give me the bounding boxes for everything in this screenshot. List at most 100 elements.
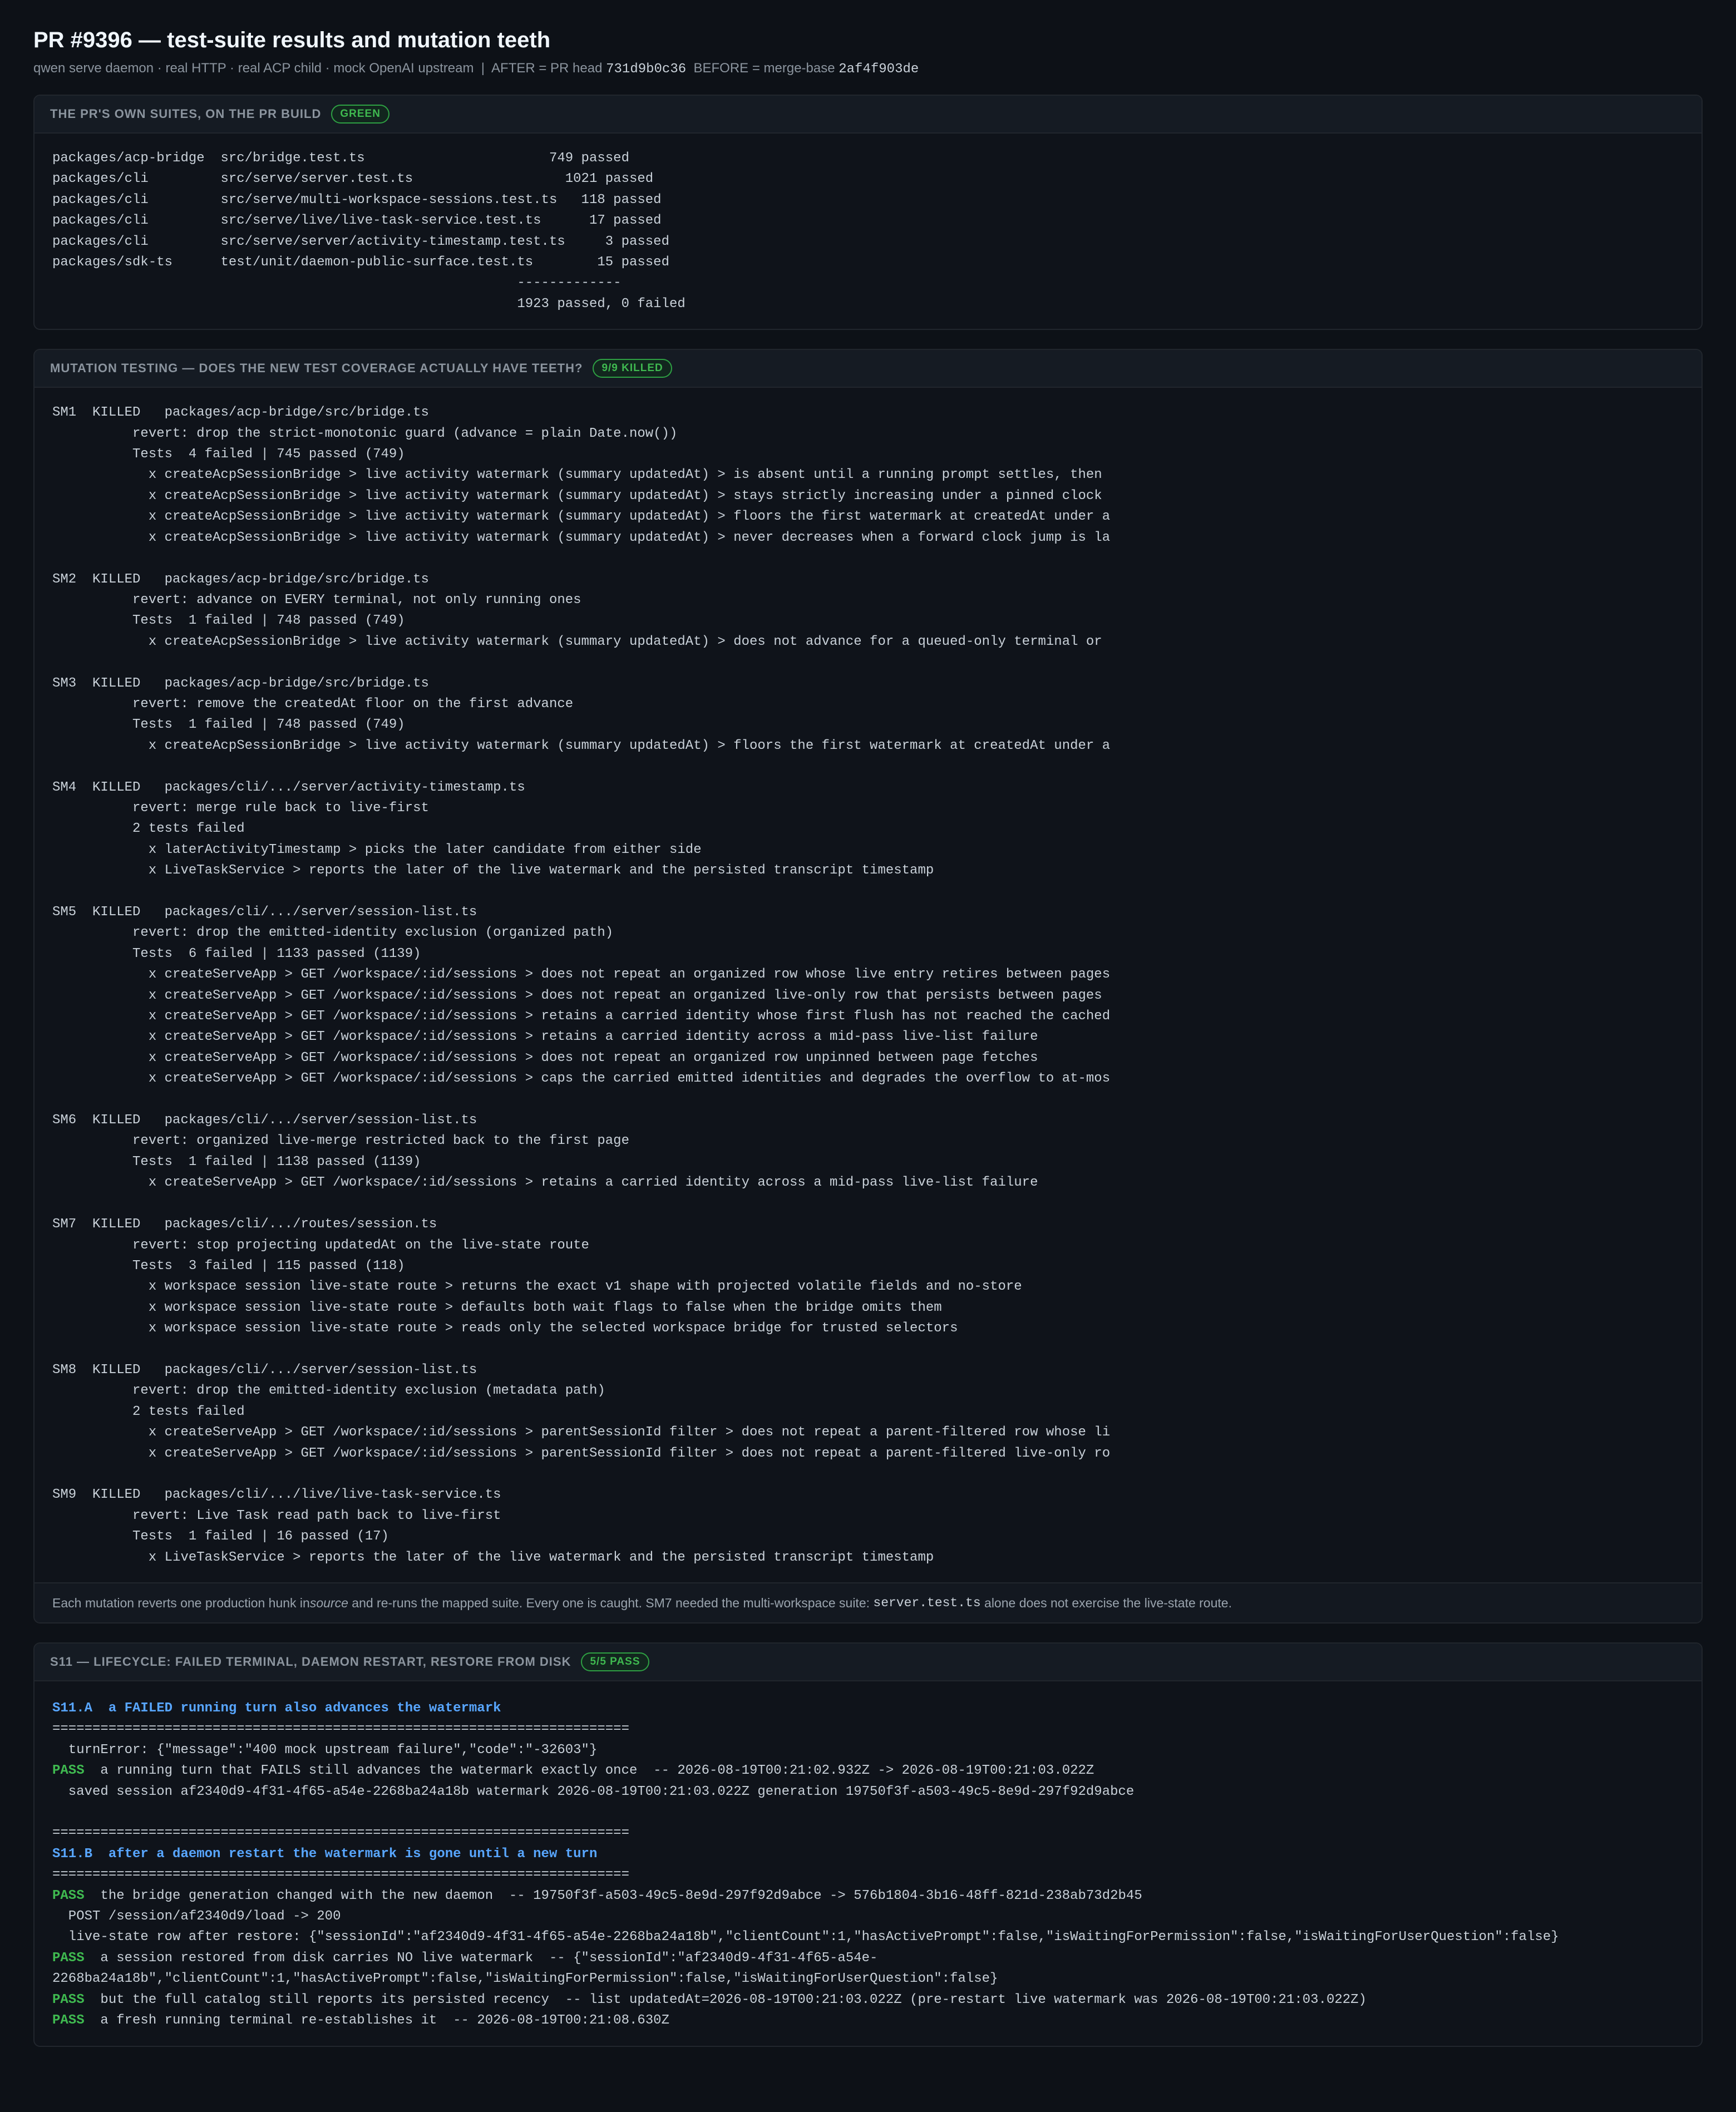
mutation-line <box>52 1193 1684 1214</box>
mutation-note-a: Each mutation reverts one production hun… <box>52 1595 310 1610</box>
mutation-line: x workspace session live-state route > r… <box>52 1321 958 1336</box>
mutation-line: SM5 KILLED packages/cli/.../server/sessi… <box>52 905 477 920</box>
lifecycle-line: ========================================… <box>52 1825 629 1841</box>
after-sha: 731d9b0c36 <box>606 62 687 77</box>
suite-row: packages/cli src/serve/multi-workspace-s… <box>52 192 662 208</box>
before-sha: 2af4f903de <box>839 62 919 77</box>
pass-text: a fresh running terminal re-establishes … <box>84 2013 669 2029</box>
mutation-line: x createServeApp > GET /workspace/:id/se… <box>52 967 1111 983</box>
pass-tag: PASS <box>52 1992 85 2007</box>
mutation-line: SM9 KILLED packages/cli/.../live/live-ta… <box>52 1487 501 1503</box>
suite-row: 1923 passed, 0 failed <box>52 296 685 312</box>
mutation-line: x createAcpSessionBridge > live activity… <box>52 467 1102 483</box>
pass-tag: PASS <box>52 1950 85 1966</box>
pass-tag: PASS <box>52 1888 85 1903</box>
mutation-line: x LiveTaskService > reports the later of… <box>52 1550 934 1565</box>
mutation-line: revert: drop the strict-monotonic guard … <box>52 426 678 441</box>
mutation-line: x createServeApp > GET /workspace/:id/se… <box>52 1445 1111 1461</box>
lifecycle-line: PASS the bridge generation changed with … <box>52 1886 1684 1906</box>
pass-text: a running turn that FAILS still advances… <box>84 1763 1094 1779</box>
mutation-line: Tests 1 failed | 748 passed (749) <box>52 717 405 733</box>
pass-tag: PASS <box>52 2013 85 2029</box>
lifecycle-status-badge: 5/5 PASS <box>581 1652 649 1671</box>
mutation-note-c: alone does not exercise the live-state r… <box>980 1595 1232 1610</box>
lifecycle-line: PASS but the full catalog still reports … <box>52 1990 1684 2010</box>
mutation-status-badge: 9/9 KILLED <box>593 359 672 378</box>
lifecycle-results: S11.A a FAILED running turn also advance… <box>34 1681 1702 2046</box>
lifecycle-section-header: S11.B after a daemon restart the waterma… <box>52 1846 598 1862</box>
mutation-panel: MUTATION TESTING — DOES THE NEW TEST COV… <box>33 349 1703 1624</box>
lifecycle-section-header: S11.A a FAILED running turn also advance… <box>52 1701 501 1716</box>
mutation-results: SM1 KILLED packages/acp-bridge/src/bridg… <box>34 388 1702 1582</box>
pass-text: a session restored from disk carries NO … <box>84 1950 878 1966</box>
mutation-note-code: server.test.ts <box>873 1596 981 1610</box>
mutation-line: x createAcpSessionBridge > live activity… <box>52 634 1102 649</box>
mutation-line: Tests 6 failed | 1133 passed (1139) <box>52 946 421 961</box>
mutation-line: SM7 KILLED packages/cli/.../routes/sessi… <box>52 1217 437 1232</box>
mutation-line: x createServeApp > GET /workspace/:id/se… <box>52 1175 1038 1191</box>
suites-panel: THE PR'S OWN SUITES, ON THE PR BUILD GRE… <box>33 95 1703 330</box>
mutation-line: revert: drop the emitted-identity exclus… <box>52 925 614 941</box>
mutation-line: x laterActivityTimestamp > picks the lat… <box>52 842 702 857</box>
mutation-line: SM3 KILLED packages/acp-bridge/src/bridg… <box>52 675 429 691</box>
lifecycle-line: PASS a session restored from disk carrie… <box>52 1948 1684 1968</box>
mutation-line: x createAcpSessionBridge > live activity… <box>52 509 1111 525</box>
suite-row: packages/acp-bridge src/bridge.test.ts 7… <box>52 151 629 166</box>
pass-text: the bridge generation changed with the n… <box>84 1888 1142 1903</box>
lifecycle-line <box>52 1802 1684 1823</box>
mutation-line: SM1 KILLED packages/acp-bridge/src/bridg… <box>52 405 429 421</box>
mutation-line: revert: organized live-merge restricted … <box>52 1133 629 1149</box>
mutation-line <box>52 1464 1684 1484</box>
mutation-line: SM8 KILLED packages/cli/.../server/sessi… <box>52 1362 477 1378</box>
suites-panel-header: THE PR'S OWN SUITES, ON THE PR BUILD GRE… <box>34 96 1702 134</box>
suite-row: packages/sdk-ts test/unit/daemon-public-… <box>52 255 669 270</box>
mutation-line: SM4 KILLED packages/cli/.../server/activ… <box>52 779 525 795</box>
lifecycle-line: live-state row after restore: {"sessionI… <box>52 1930 1559 1945</box>
mutation-line: x createServeApp > GET /workspace/:id/se… <box>52 1029 1038 1045</box>
mutation-line: Tests 1 failed | 16 passed (17) <box>52 1529 389 1544</box>
suite-row: packages/cli src/serve/server/activity-t… <box>52 234 669 249</box>
suite-row: packages/cli src/serve/live/live-task-se… <box>52 213 662 229</box>
mutation-line <box>52 1089 1684 1110</box>
lifecycle-line: ========================================… <box>52 1721 629 1737</box>
mutation-line: SM6 KILLED packages/cli/.../server/sessi… <box>52 1113 477 1128</box>
mutation-line: x createAcpSessionBridge > live activity… <box>52 738 1111 753</box>
mutation-line <box>52 756 1684 777</box>
subtitle-prefix: qwen serve daemon · real HTTP · real ACP… <box>33 61 606 76</box>
mutation-line: x createServeApp > GET /workspace/:id/se… <box>52 1425 1111 1440</box>
suite-row: ------------- <box>52 275 622 291</box>
mutation-line <box>52 1339 1684 1360</box>
mutation-line: SM2 KILLED packages/acp-bridge/src/bridg… <box>52 571 429 587</box>
mutation-line: x workspace session live-state route > d… <box>52 1300 942 1315</box>
mutation-line: x createServeApp > GET /workspace/:id/se… <box>52 1050 1038 1065</box>
mutation-line: revert: merge rule back to live-first <box>52 800 429 816</box>
mutation-panel-title: MUTATION TESTING — DOES THE NEW TEST COV… <box>50 361 583 376</box>
lifecycle-panel-header: S11 — LIFECYCLE: FAILED TERMINAL, DAEMON… <box>34 1644 1702 1681</box>
mutation-note: Each mutation reverts one production hun… <box>34 1582 1702 1622</box>
suite-row: packages/cli src/serve/server.test.ts 10… <box>52 171 654 187</box>
lifecycle-line: PASS a fresh running terminal re-establi… <box>52 2010 1684 2031</box>
mutation-line <box>52 881 1684 902</box>
mutation-line: x createAcpSessionBridge > live activity… <box>52 530 1111 545</box>
mutation-line <box>52 652 1684 673</box>
mutation-line: x createServeApp > GET /workspace/:id/se… <box>52 1071 1111 1087</box>
mutation-line: Tests 1 failed | 748 passed (749) <box>52 613 405 629</box>
subtitle-mid: BEFORE = merge-base <box>686 61 839 76</box>
lifecycle-panel: S11 — LIFECYCLE: FAILED TERMINAL, DAEMON… <box>33 1642 1703 2047</box>
mutation-line: revert: Live Task read path back to live… <box>52 1508 501 1523</box>
mutation-line: Tests 4 failed | 745 passed (749) <box>52 447 405 462</box>
mutation-line: revert: drop the emitted-identity exclus… <box>52 1383 605 1399</box>
mutation-panel-header: MUTATION TESTING — DOES THE NEW TEST COV… <box>34 350 1702 388</box>
mutation-line: 2 tests failed <box>52 1404 245 1419</box>
pass-text: but the full catalog still reports its p… <box>84 1992 1367 2007</box>
mutation-line: Tests 1 failed | 1138 passed (1139) <box>52 1154 421 1170</box>
lifecycle-line: saved session af2340d9-4f31-4f65-a54e-22… <box>52 1784 1135 1799</box>
mutation-line: 2 tests failed <box>52 821 245 837</box>
mutation-line: revert: advance on EVERY terminal, not o… <box>52 592 581 608</box>
lifecycle-line: POST /session/af2340d9/load -> 200 <box>52 1909 341 1925</box>
suites-results: packages/acp-bridge src/bridge.test.ts 7… <box>34 134 1702 329</box>
mutation-line: revert: remove the createdAt floor on th… <box>52 696 574 712</box>
lifecycle-line: PASS a running turn that FAILS still adv… <box>52 1760 1684 1781</box>
mutation-line: x createAcpSessionBridge > live activity… <box>52 488 1102 504</box>
mutation-line <box>52 548 1684 569</box>
